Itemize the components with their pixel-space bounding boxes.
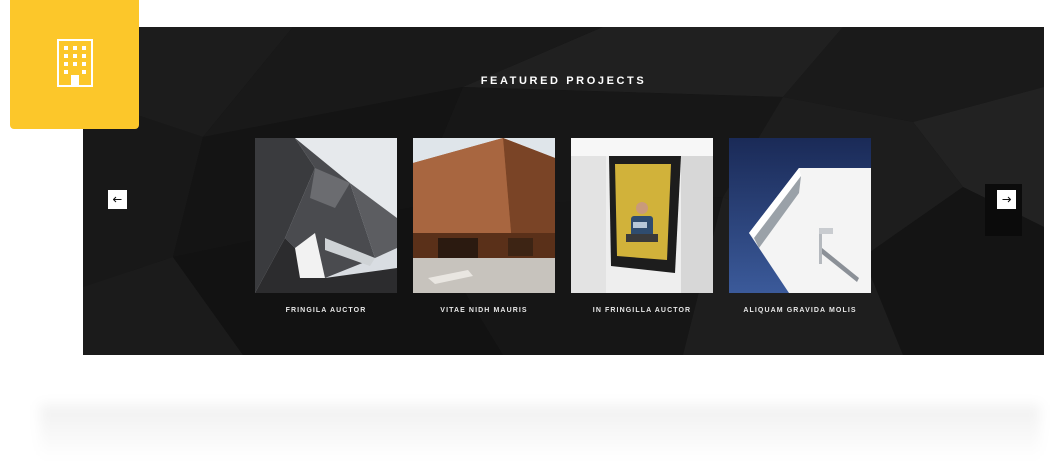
office-building-icon bbox=[56, 38, 93, 91]
project-title[interactable]: FRINGILA AUCTOR bbox=[255, 307, 397, 314]
carousel-prev-button[interactable] bbox=[108, 190, 127, 209]
featured-projects-section: FEATURED PROJECTS FRINGILA AUCTOR VITAE … bbox=[83, 27, 1044, 355]
section-title: FEATURED PROJECTS bbox=[480, 75, 647, 87]
panel-shadow bbox=[40, 405, 1040, 460]
project-title[interactable]: VITAE NIDH MAURIS bbox=[413, 307, 555, 314]
page: FEATURED PROJECTS FRINGILA AUCTOR VITAE … bbox=[0, 0, 1054, 469]
project-card[interactable]: ALIQUAM GRAVIDA MOLIS bbox=[729, 138, 871, 314]
project-image-window-box[interactable] bbox=[571, 138, 713, 293]
arrow-right-icon bbox=[1002, 196, 1011, 203]
project-image-angular-building[interactable] bbox=[255, 138, 397, 293]
building-badge bbox=[10, 0, 139, 129]
project-title[interactable]: ALIQUAM GRAVIDA MOLIS bbox=[729, 307, 871, 314]
project-card[interactable]: IN FRINGILLA AUCTOR bbox=[571, 138, 713, 314]
project-card[interactable]: VITAE NIDH MAURIS bbox=[413, 138, 555, 314]
arrow-left-icon bbox=[113, 196, 122, 203]
carousel-next-button[interactable] bbox=[997, 190, 1016, 209]
project-image-white-cantilever[interactable] bbox=[729, 138, 871, 293]
project-image-brick-building[interactable] bbox=[413, 138, 555, 293]
project-card[interactable]: FRINGILA AUCTOR bbox=[255, 138, 397, 314]
project-title[interactable]: IN FRINGILLA AUCTOR bbox=[571, 307, 713, 314]
